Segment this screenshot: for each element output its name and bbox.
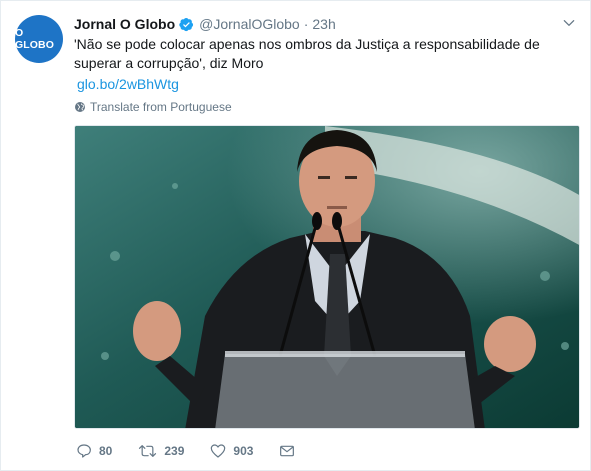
retweet-icon [139,445,157,457]
account-name[interactable]: Jornal O Globo [74,16,175,32]
avatar-logo-text: O GLOBO [15,27,54,51]
envelope-icon [280,445,295,457]
photo-illustration [75,126,579,428]
tweet-timestamp[interactable]: 23h [312,16,335,32]
direct-message-button[interactable] [279,443,302,459]
globe-icon [75,102,85,112]
heart-icon [211,444,226,458]
avatar[interactable]: O GLOBO [15,15,63,63]
translate-label: Translate from Portuguese [90,100,232,114]
verified-badge-icon [179,17,194,31]
reply-icon [77,444,91,458]
tweet-card[interactable]: O GLOBO Jornal O Globo @JornalOGlobo · 2… [0,0,591,471]
separator-dot: · [303,16,309,32]
reply-button[interactable]: 80 [76,443,112,459]
tweet-link[interactable]: glo.bo/2wBhWtg [77,76,179,92]
translate-button[interactable]: Translate from Portuguese [74,100,232,114]
like-button[interactable]: 903 [210,443,253,459]
tweet-header: Jornal O Globo @JornalOGlobo · 23h [74,14,336,34]
tweet-actions: 80 239 903 [76,443,328,459]
chevron-down-icon[interactable] [562,16,576,30]
tweet-photo[interactable] [74,125,580,429]
retweet-count: 239 [164,444,185,458]
retweet-button[interactable]: 239 [138,443,184,459]
like-count: 903 [233,444,254,458]
reply-count: 80 [99,444,113,458]
account-handle[interactable]: @JornalOGlobo [199,16,300,32]
tweet-text: 'Não se pode colocar apenas nos ombros d… [74,36,540,71]
